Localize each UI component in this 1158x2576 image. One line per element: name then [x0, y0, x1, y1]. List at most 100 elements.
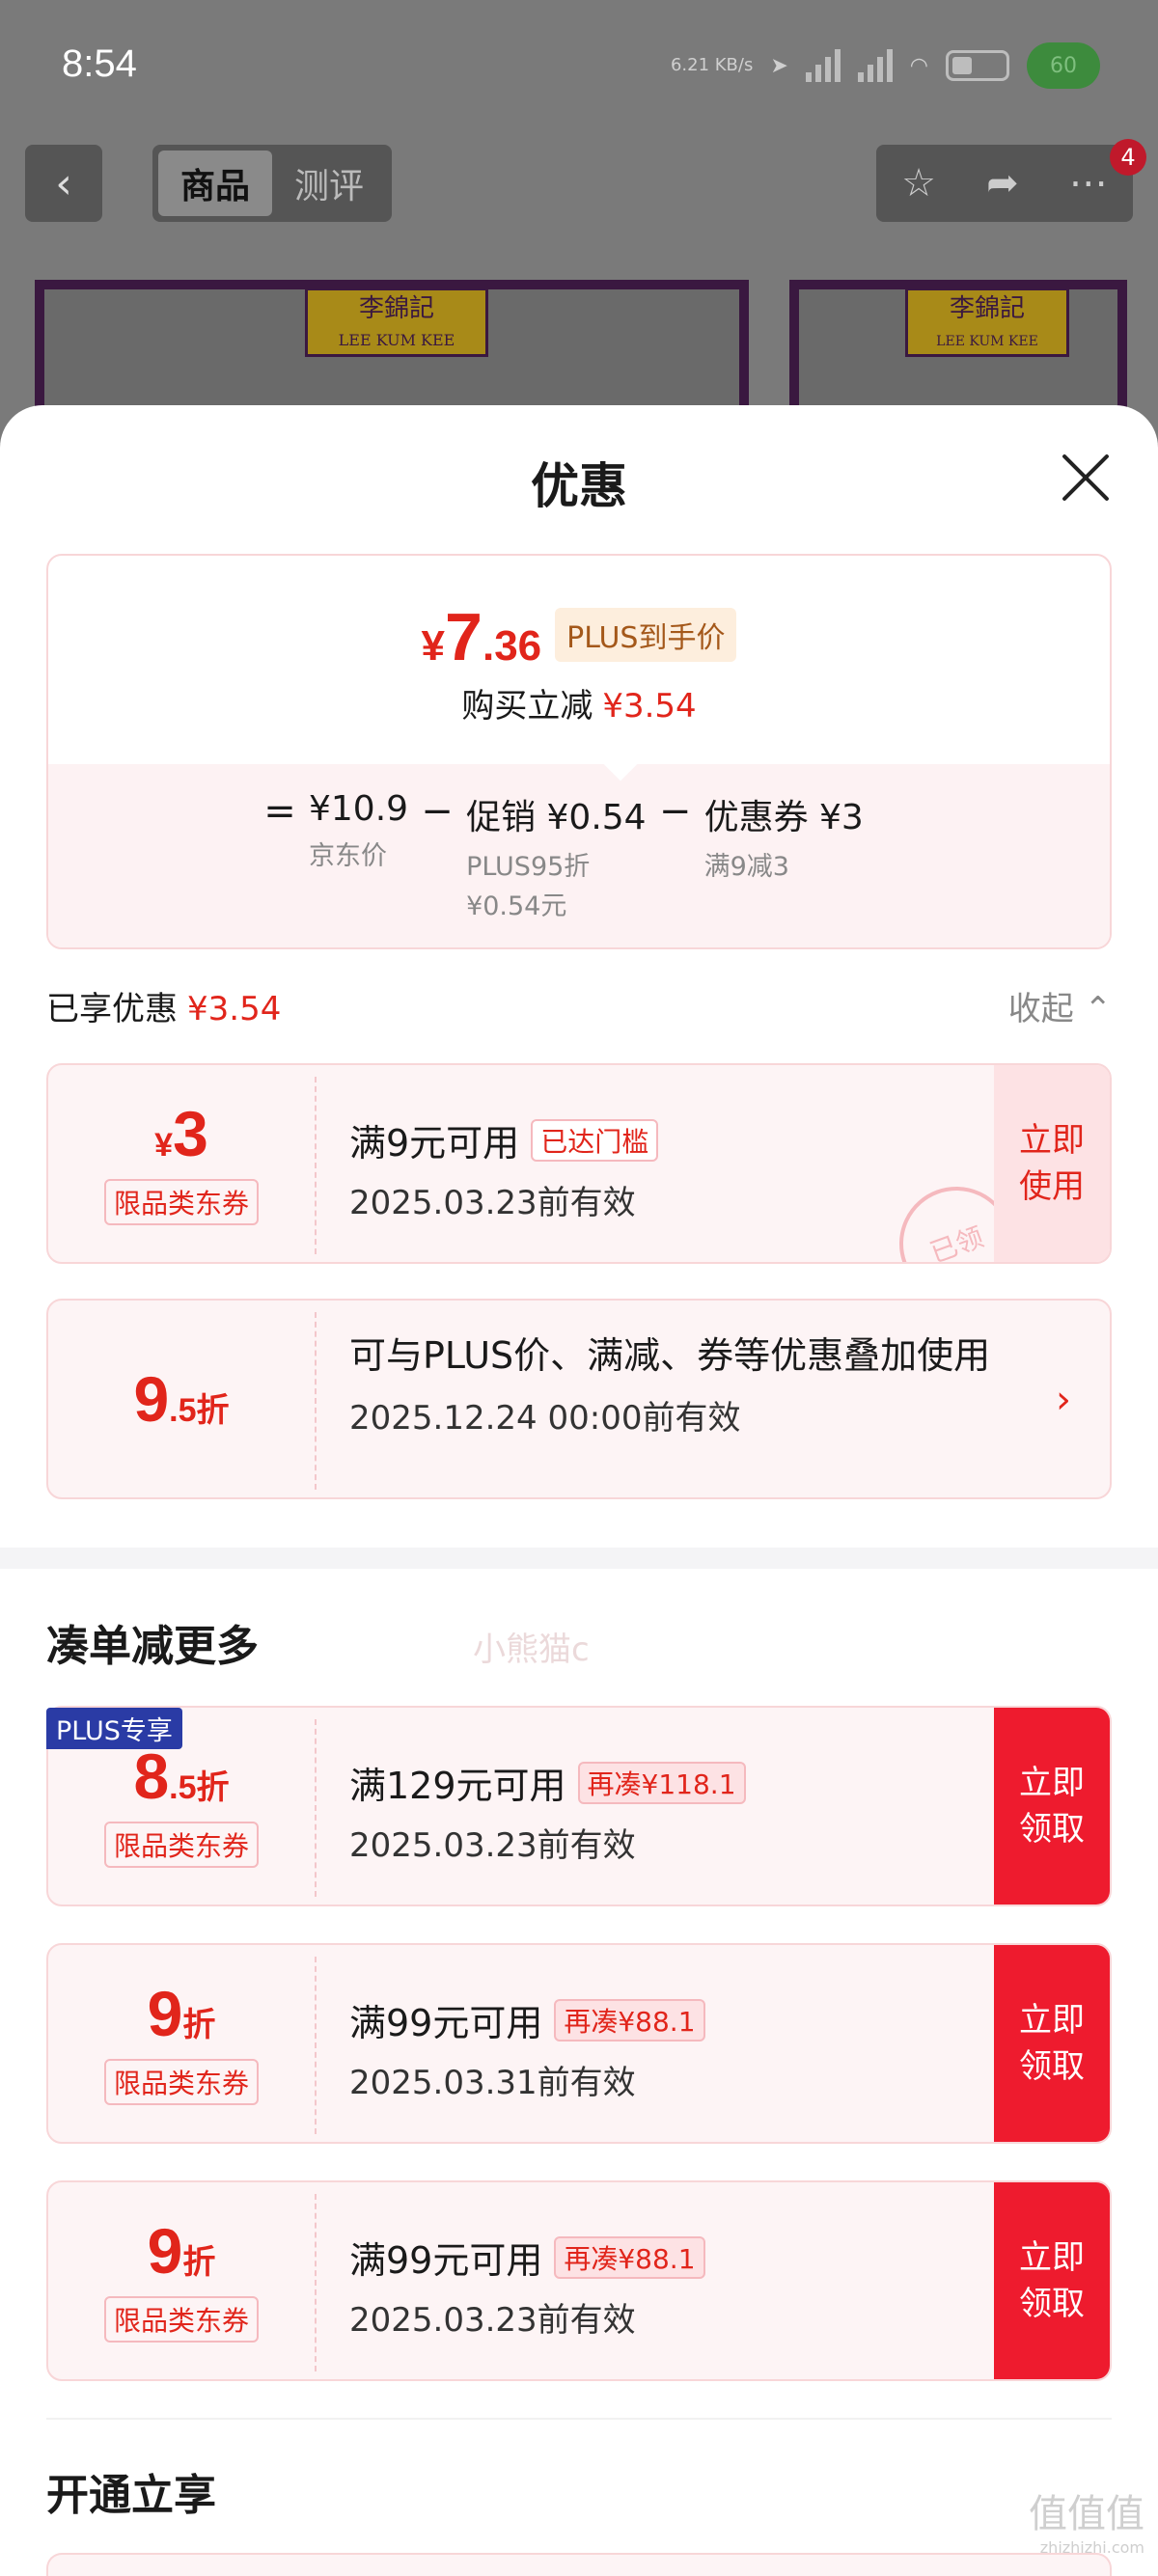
gap-tag: 再凑¥88.1 [554, 2235, 705, 2279]
coupon-value-dec: .5 [169, 1769, 197, 1806]
divider-line [46, 2418, 1112, 2420]
site-mark-url: zhizhizhi.com [1039, 2538, 1144, 2557]
coupon-condition: 满129元可用 再凑¥118.1 [349, 1756, 746, 1809]
close-icon[interactable] [1060, 452, 1112, 504]
claim-button[interactable]: 立即领取 [994, 1708, 1110, 1905]
more-coupon-3: 9折 限品类东券 满99元可用 再凑¥88.1 2025.03.23前有效 立即领… [46, 2180, 1112, 2381]
site-watermark: 值值值 zhizhizhi.com [1029, 2482, 1144, 2557]
minus-sign: − [421, 789, 454, 834]
coupon-unit: 折 [182, 2007, 216, 2043]
brand-logo-en: LEE KUM KEE [936, 334, 1038, 349]
coupon-condition: 满99元可用 再凑¥88.1 [349, 2231, 705, 2284]
coupon-date: 2025.03.31前有效 [349, 2064, 636, 2102]
claim-label: 立即领取 [1019, 2238, 1085, 2323]
coupon-value-int: 8 [133, 1740, 170, 1812]
minus-sign: − [658, 789, 692, 834]
battery-icon [946, 50, 1009, 81]
coupon-divider [315, 1957, 317, 2134]
location-icon: ➤ [770, 53, 788, 78]
coupon-date: 2025.03.23前有效 [349, 2301, 636, 2340]
threshold-tag: 已达门槛 [531, 1118, 659, 1162]
base-price-label: 京东价 [309, 841, 387, 871]
coupon-date: 2025.03.23前有效 [349, 1184, 636, 1222]
brand-logo-en: LEE KUM KEE [338, 331, 455, 349]
reduce-label: 购买立减 [461, 687, 593, 726]
coupon-value: 9折 [148, 1982, 216, 2045]
open-section-title: 开通立享 [46, 2471, 216, 2520]
claim-button[interactable]: 立即领取 [994, 1945, 1110, 2142]
coupon-value: 8.5折 [133, 1744, 229, 1808]
plus-exclusive-badge: PLUS专享 [46, 1708, 182, 1749]
reduce-value: ¥3.54 [602, 687, 697, 726]
base-price-term: ¥10.9 京东价 [309, 789, 408, 872]
signal-2-icon [857, 49, 893, 82]
chevron-left-icon: ‹ [55, 158, 72, 208]
status-icons: 6.21 KB/s ➤ ◠ 60 [671, 42, 1100, 89]
coupon-condition-text: 满129元可用 [349, 1765, 566, 1807]
toolbar-actions: ☆ ➦ ⋯ 4 [876, 139, 1146, 222]
coupon-value-int: 9 [147, 1978, 183, 2049]
gap-tag: 再凑¥118.1 [577, 1761, 746, 1804]
brand-logo-cn: 李錦記 [949, 294, 1025, 323]
enjoyed-value: ¥3.54 [187, 990, 282, 1028]
tab-review[interactable]: 测评 [272, 151, 386, 216]
watermark-text: 小熊猫c [473, 1631, 590, 1669]
site-mark-text: 值值值 [1029, 2492, 1144, 2536]
claim-label: 立即领取 [1019, 1764, 1085, 1849]
share-icon[interactable]: ➦ [986, 161, 1019, 206]
coupon-value-int: 9 [147, 2215, 183, 2287]
tab-product[interactable]: 商品 [158, 151, 272, 216]
coupon-term: 优惠券 ¥3 满9减3 [704, 789, 864, 883]
notification-badge: 4 [1110, 139, 1146, 176]
open-card-partial [46, 2553, 1112, 2576]
status-time: 8:54 [62, 42, 137, 85]
used-coupon-card: ¥3 限品类东券 满9元可用 已达门槛 2025.03.23前有效 已领 立即使用 [46, 1063, 1112, 1264]
coupon-value: 9折 [148, 2219, 216, 2283]
plus-desc: 可与PLUS价、满减、券等优惠叠加使用 [349, 1334, 991, 1377]
coupon-currency: ¥ [154, 1127, 174, 1164]
coupon-divider [315, 1077, 317, 1254]
plus-value: 9 [133, 1363, 170, 1435]
promo-term: 促销 ¥0.54 PLUS95折 ¥0.54元 [466, 789, 647, 922]
enjoyed-label: 已享优惠 [46, 990, 178, 1028]
use-now-button[interactable]: 立即使用 [994, 1065, 1110, 1262]
equals-sign: = [263, 789, 296, 834]
final-price-currency: ¥ [421, 622, 446, 670]
plus-unit: 折 [196, 1392, 230, 1429]
coupon-kind: 限品类东券 [103, 1179, 259, 1225]
coupon-condition-text: 满99元可用 [349, 2002, 543, 2044]
background-page: 8:54 6.21 KB/s ➤ ◠ 60 ‹ 商品 测评 ☆ ➦ ⋯ 4 李錦… [0, 0, 1158, 444]
use-now-label: 立即使用 [1019, 1121, 1085, 1206]
plus-price-tag: PLUS到手价 [555, 608, 737, 662]
coupon-kind: 限品类东券 [103, 2059, 259, 2105]
claim-button[interactable]: 立即领取 [994, 2182, 1110, 2379]
coupon-condition-text: 满99元可用 [349, 2239, 543, 2282]
more-coupon-1: 8.5折 限品类东券 满129元可用 再凑¥118.1 2025.03.23前有效… [46, 1706, 1112, 1906]
tab-switch: 商品 测评 [152, 145, 392, 222]
brand-logo-cn: 李錦記 [358, 294, 434, 323]
final-price-int: 7 [445, 599, 482, 674]
enjoyed-discount: 已享优惠 ¥3.54 [46, 982, 281, 1029]
coupon-date: 2025.03.23前有效 [349, 1826, 636, 1865]
back-button[interactable]: ‹ [25, 145, 102, 222]
plus-discount-value: 9.5折 [133, 1367, 229, 1431]
sheet-title: 优惠 [531, 458, 627, 514]
coupon-divider [315, 1719, 317, 1897]
reduce-line: 购买立减 ¥3.54 [48, 679, 1110, 726]
coupon-condition: 满99元可用 再凑¥88.1 [349, 1993, 705, 2046]
favorite-star-icon[interactable]: ☆ [901, 161, 936, 206]
coupon-unit: 折 [196, 1769, 230, 1806]
collapse-toggle[interactable]: 收起 ⌃ [1008, 982, 1112, 1029]
chevron-right-icon: › [1056, 1378, 1071, 1422]
final-price-dec: .36 [482, 622, 542, 670]
coupon-kind: 限品类东券 [103, 1822, 259, 1868]
coupon-divider [315, 1312, 317, 1490]
battery-percent: 60 [1027, 42, 1100, 89]
more-icon[interactable]: ⋯ [1069, 161, 1108, 206]
section-separator [0, 1548, 1158, 1569]
plus-date: 2025.12.24 00:00前有效 [349, 1399, 741, 1438]
coupon-value: 3 [173, 1098, 208, 1169]
plus-discount-card[interactable]: 9.5折 可与PLUS价、满减、券等优惠叠加使用 2025.12.24 00:0… [46, 1299, 1112, 1499]
coupon-condition-text: 满9元可用 [349, 1122, 520, 1165]
coupon-value: 优惠券 ¥3 [703, 798, 864, 837]
